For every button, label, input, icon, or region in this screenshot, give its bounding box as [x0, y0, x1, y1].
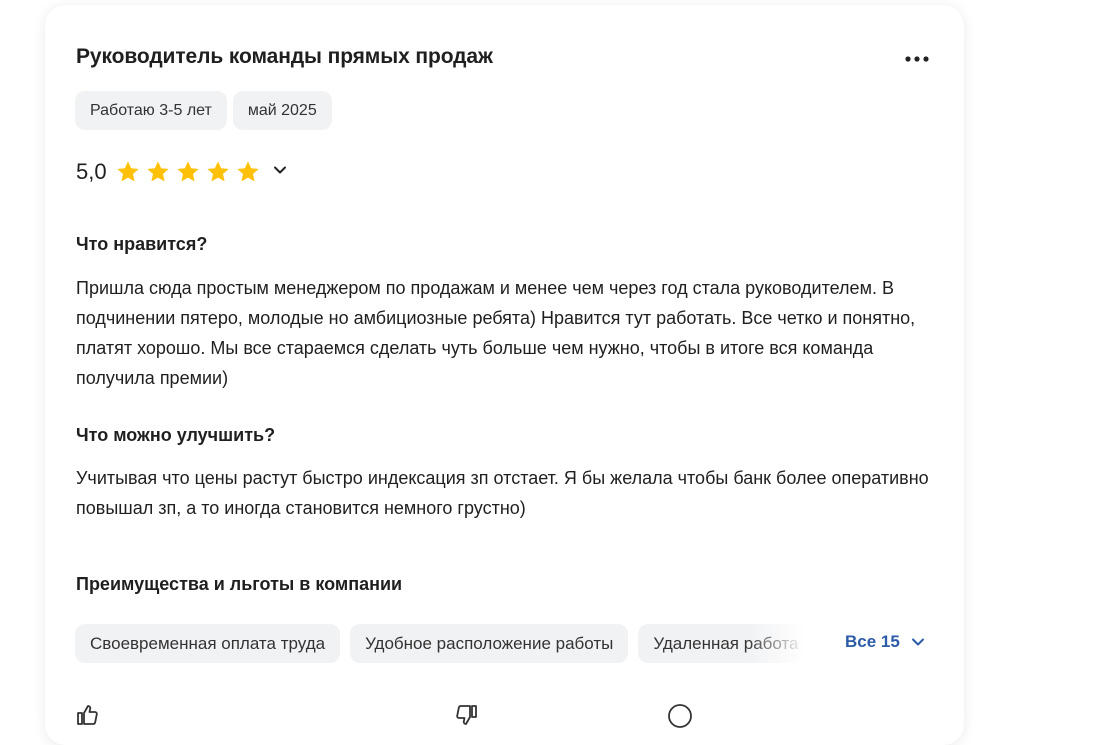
- star-icon: [205, 159, 231, 185]
- show-all-benefits-button[interactable]: Все 15: [845, 632, 926, 652]
- tag-work-duration: Работаю 3-5 лет: [75, 91, 227, 130]
- rating-value: 5,0: [76, 159, 107, 184]
- thumb-down-icon: [456, 705, 477, 725]
- show-all-label: Все 15: [845, 632, 900, 651]
- comment-button[interactable]: [667, 703, 693, 729]
- star-icon: [145, 159, 171, 185]
- chevron-down-icon: [911, 638, 924, 646]
- benefit-chip: Удобное расположение работы: [350, 623, 629, 663]
- not-helpful-button[interactable]: [455, 703, 479, 727]
- more-dots-icon: [905, 56, 929, 62]
- benefit-chip: Удаленная работа: [638, 623, 807, 663]
- review-actions: [75, 703, 955, 733]
- improve-text: Учитывая что цены растут быстро индексац…: [76, 468, 929, 518]
- star-icon: [115, 159, 141, 185]
- rating-details-toggle[interactable]: [271, 161, 289, 184]
- review-tags: Работаю 3-5 лет май 2025: [75, 91, 332, 130]
- comment-icon: [668, 704, 692, 728]
- likes-text: Пришла сюда простым менеджером по продаж…: [76, 278, 916, 388]
- benefits-heading: Преимущества и льготы в компании: [76, 574, 403, 594]
- improve-heading: Что можно улучшить?: [76, 425, 276, 445]
- rating-stars: [115, 159, 261, 185]
- review-card: Руководитель команды прямых продаж Работ…: [45, 5, 964, 745]
- review-title: Руководитель команды прямых продаж: [76, 45, 493, 68]
- rating: 5,0: [76, 153, 289, 191]
- benefits-list: Своевременная оплата труда Удобное распо…: [75, 623, 935, 663]
- star-icon: [235, 159, 261, 185]
- tag-review-date: май 2025: [232, 91, 332, 130]
- more-options-button[interactable]: [903, 49, 933, 69]
- thumb-up-icon: [77, 705, 98, 725]
- likes-heading: Что нравится?: [76, 234, 208, 254]
- benefit-chip: Своевременная оплата труда: [75, 623, 341, 663]
- chevron-down-icon: [273, 166, 286, 173]
- star-icon: [175, 159, 201, 185]
- helpful-button[interactable]: [75, 703, 99, 727]
